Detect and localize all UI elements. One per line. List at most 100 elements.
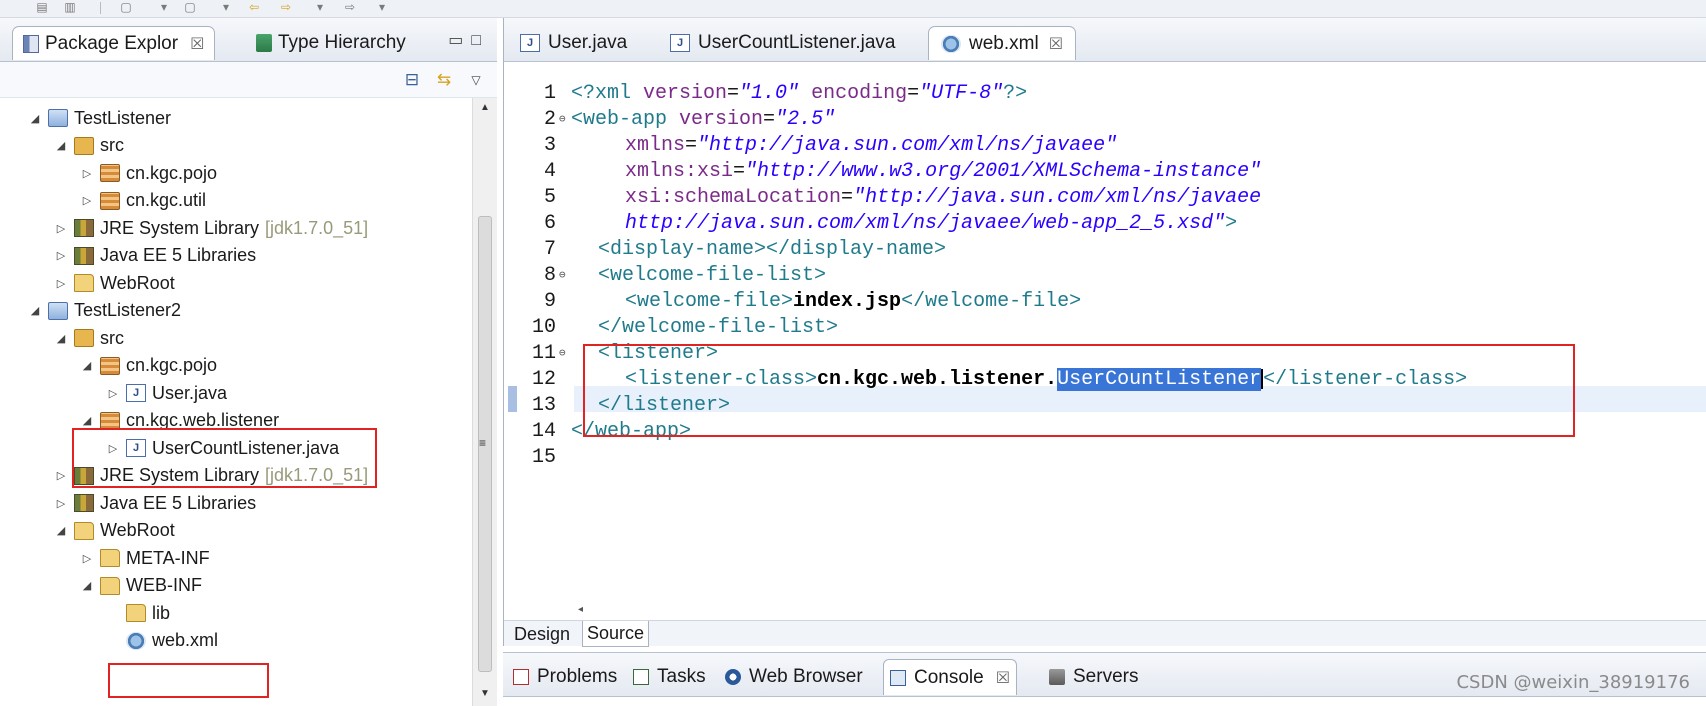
close-icon[interactable]: ☒ (1049, 34, 1063, 54)
tree-item[interactable]: ◢ src (54, 132, 124, 160)
project-icon (48, 301, 68, 320)
link-with-editor-icon[interactable]: ⇆ (434, 70, 454, 90)
close-icon[interactable]: ☒ (190, 34, 204, 54)
expanded-arrow-icon[interactable]: ◢ (80, 579, 94, 592)
tree-item[interactable]: ▷ JRE System Library [jdk1.7.0_51] (54, 462, 368, 490)
collapsed-arrow-icon[interactable]: ▷ (54, 497, 68, 510)
type-hierarchy-icon (256, 34, 272, 52)
scroll-left-icon[interactable]: ◂ (578, 604, 583, 615)
line-number: 9 (543, 290, 556, 313)
collapsed-arrow-icon[interactable]: ▷ (80, 552, 94, 565)
collapsed-arrow-icon[interactable]: ▷ (80, 194, 94, 207)
tree-item-label: UserCountListener.java (152, 437, 340, 458)
fold-toggle-icon[interactable]: ⊖ (559, 268, 566, 282)
folder-icon (74, 274, 94, 292)
tab-tasks[interactable]: Tasks (627, 659, 712, 695)
tree-item[interactable]: ▷ cn.kgc.util (80, 187, 206, 215)
collapsed-arrow-icon[interactable]: ▷ (54, 277, 68, 290)
tab-web-browser[interactable]: Web Browser (719, 659, 869, 695)
tree-item[interactable]: ▷ cn.kgc.pojo (80, 159, 217, 187)
collapsed-arrow-icon[interactable]: ▷ (106, 442, 120, 455)
back-arrow-icon[interactable]: ⇦ (244, 0, 264, 14)
minimize-icon[interactable]: ▭ (448, 32, 471, 49)
toolbar-button-icon[interactable]: ▢ (118, 0, 134, 14)
collapsed-arrow-icon[interactable]: ▷ (54, 469, 68, 482)
expanded-arrow-icon[interactable]: ◢ (54, 139, 68, 152)
tree-item[interactable]: ◢ cn.kgc.pojo (80, 352, 217, 380)
tree-item[interactable]: ◢ TestListener2 (28, 297, 181, 325)
collapsed-arrow-icon[interactable]: ▷ (54, 222, 68, 235)
tree-item[interactable]: ◢ cn.kgc.web.listener (80, 407, 279, 435)
tree-item[interactable]: ▷ Java EE 5 Libraries (54, 489, 256, 517)
expanded-arrow-icon[interactable]: ◢ (54, 524, 68, 537)
tree-item[interactable]: ▷ JRE System Library [jdk1.7.0_51] (54, 214, 368, 242)
expanded-arrow-icon[interactable]: ◢ (28, 112, 42, 125)
dropdown-arrow-icon[interactable]: ▾ (156, 0, 172, 14)
tab-console[interactable]: Console ☒ (883, 659, 1018, 695)
editor-horizontal-scroll[interactable]: ◂ (504, 602, 1706, 620)
tree-item[interactable]: ▷ J User.java (106, 379, 227, 407)
tree-item[interactable]: web.xml (106, 627, 218, 655)
scroll-up-icon[interactable]: ▲ (480, 102, 490, 113)
maximize-icon[interactable]: □ (471, 32, 489, 49)
fold-toggle-icon[interactable]: ⊖ (559, 346, 566, 360)
tab-label: UserCountListener.java (698, 32, 896, 53)
tree-item[interactable]: ◢ WEB-INF (80, 572, 202, 600)
tree-item-label: User.java (152, 382, 228, 403)
tree-item[interactable]: ◢ src (54, 324, 124, 352)
tab-design[interactable]: Design (510, 621, 574, 647)
tree-item[interactable]: ◢ TestListener (28, 104, 171, 132)
dropdown-arrow-icon[interactable]: ▾ (374, 0, 390, 14)
dropdown-arrow-icon[interactable]: ▾ (312, 0, 328, 14)
tab-type-hierarchy[interactable]: Type Hierarchy (256, 26, 406, 60)
line-number: 13 (531, 394, 556, 417)
tree-item[interactable]: ▷ J UserCountListener.java (106, 434, 339, 462)
collapse-all-icon[interactable]: ⊟ (402, 70, 422, 90)
view-menu-icon[interactable]: ▽ (466, 70, 486, 90)
xml-source-editor[interactable]: 1 2 ⊖ 3 4 5 6 7 8 ⊖ 9 10 11 ⊖ 12 13 14 15 <?xml version="… (504, 62, 1706, 602)
collapsed-arrow-icon[interactable]: ▷ (54, 249, 68, 262)
toolbar-button-icon[interactable]: ▤ (34, 0, 50, 14)
line-number: 2 (543, 108, 556, 131)
tree-item[interactable]: ▷ META-INF (80, 544, 210, 572)
dropdown-arrow-icon[interactable]: ▾ (218, 0, 234, 14)
editor-tab-user-count-listener[interactable]: J UserCountListener.java (658, 26, 908, 60)
line-number: 1 (543, 82, 556, 105)
tab-servers[interactable]: Servers (1043, 659, 1144, 695)
scroll-down-icon[interactable]: ▼ (480, 688, 490, 699)
tab-problems[interactable]: Problems (507, 659, 623, 695)
expanded-arrow-icon[interactable]: ◢ (28, 304, 42, 317)
tree-item-label: cn.kgc.pojo (126, 355, 218, 375)
tree-item-label: src (100, 327, 124, 348)
tree-scrollbar[interactable]: ▲ ≡ ▼ (472, 98, 497, 706)
expanded-arrow-icon[interactable]: ◢ (80, 414, 94, 427)
expanded-arrow-icon[interactable]: ◢ (54, 332, 68, 345)
next-arrow-icon[interactable]: ⇨ (340, 0, 360, 14)
expanded-arrow-icon[interactable]: ◢ (80, 359, 94, 372)
web-browser-icon (725, 669, 741, 685)
toolbar-button-icon[interactable]: ▢ (182, 0, 198, 14)
code-line-6: http://java.sun.com/xml/ns/javaee/web-ap… (625, 212, 1238, 235)
line-number: 12 (531, 368, 556, 391)
toolbar-button-icon[interactable]: ▥ (62, 0, 78, 14)
watermark: CSDN @weixin_38919176 (1456, 672, 1690, 693)
close-icon[interactable]: ☒ (996, 668, 1010, 688)
tree-item[interactable]: ◢ WebRoot (54, 517, 175, 545)
package-explorer-tab-bar: Package Explor ☒ Type Hierarchy ▭□ (0, 18, 497, 62)
editor-tab-user-java[interactable]: J User.java (508, 26, 639, 60)
tab-package-explorer[interactable]: Package Explor ☒ (12, 26, 216, 60)
tree-item[interactable]: ▷ WebRoot (54, 269, 175, 297)
fold-toggle-icon[interactable]: ⊖ (559, 112, 566, 126)
editor-view-tabs: Design Source (504, 620, 1706, 647)
tab-source[interactable]: Source (582, 621, 650, 647)
collapsed-arrow-icon[interactable]: ▷ (80, 167, 94, 180)
java-file-icon: J (670, 34, 690, 52)
xml-file-icon (941, 34, 961, 53)
tree-item[interactable]: lib (106, 599, 170, 627)
forward-arrow-icon[interactable]: ⇨ (276, 0, 296, 14)
line-number: 3 (543, 134, 556, 157)
collapsed-arrow-icon[interactable]: ▷ (106, 387, 120, 400)
editor-tab-web-xml[interactable]: web.xml ☒ (928, 26, 1077, 60)
tree-item[interactable]: ▷ Java EE 5 Libraries (54, 242, 256, 270)
library-icon (74, 494, 94, 512)
